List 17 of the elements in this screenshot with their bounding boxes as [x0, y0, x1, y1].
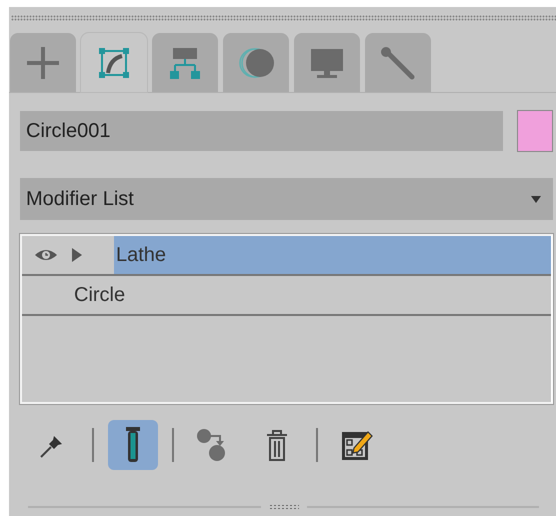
- expand-arrow-icon[interactable]: [72, 248, 82, 262]
- panel-tab[interactable]: [223, 33, 289, 92]
- panel-tab[interactable]: [81, 33, 147, 92]
- panel-tab[interactable]: [294, 33, 360, 92]
- object-name-field[interactable]: Circle001: [20, 111, 503, 151]
- eye-icon[interactable]: [34, 248, 58, 262]
- modifier-list-dropdown[interactable]: Modifier List: [20, 178, 553, 220]
- trash-icon: [265, 428, 289, 462]
- drag-handle[interactable]: [11, 15, 556, 21]
- dropdown-arrow-icon: [531, 196, 541, 202]
- panel-tab[interactable]: [365, 33, 431, 92]
- tube-icon: [125, 426, 141, 464]
- panel-tab[interactable]: [10, 33, 76, 92]
- object-color-swatch[interactable]: [517, 110, 553, 152]
- toolbar-button[interactable]: [108, 420, 158, 470]
- panel-tab[interactable]: [152, 33, 218, 92]
- stack-item[interactable]: Circle: [22, 276, 551, 316]
